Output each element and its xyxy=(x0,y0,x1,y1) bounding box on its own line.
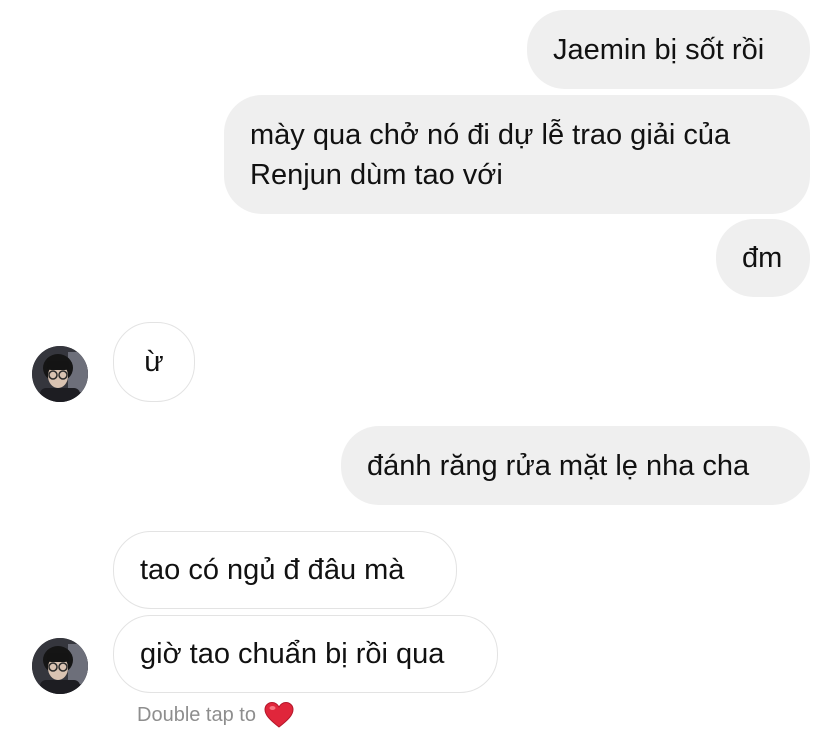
outgoing-message[interactable]: mày qua chở nó đi dự lễ trao giải của Re… xyxy=(224,95,810,214)
message-text: mày qua chở nó đi dự lễ trao giải của Re… xyxy=(250,118,731,191)
outgoing-message[interactable]: đm xyxy=(716,219,810,297)
avatar[interactable] xyxy=(32,346,88,402)
message-text: tao có ngủ đ đâu mà xyxy=(140,554,405,586)
contact-photo-icon xyxy=(32,638,88,694)
message-text: giờ tao chuẩn bị rồi qua xyxy=(140,638,445,670)
message-text: đánh răng rửa mặt lẹ nha cha xyxy=(367,449,750,482)
incoming-message[interactable]: giờ tao chuẩn bị rồi qua xyxy=(113,615,498,693)
contact-photo-icon xyxy=(32,346,88,402)
double-tap-hint: Double tap to xyxy=(137,700,294,730)
incoming-message[interactable]: tao có ngủ đ đâu mà xyxy=(113,531,457,609)
message-text: đm xyxy=(742,242,783,274)
outgoing-message[interactable]: đánh răng rửa mặt lẹ nha cha xyxy=(341,426,810,505)
message-text: Jaemin bị sốt rồi xyxy=(553,33,765,66)
message-text: ừ xyxy=(144,346,164,378)
avatar[interactable] xyxy=(32,638,88,694)
heart-icon[interactable] xyxy=(264,701,294,729)
incoming-message[interactable]: ừ xyxy=(113,322,195,402)
hint-text: Double tap to xyxy=(137,703,256,726)
outgoing-message[interactable]: Jaemin bị sốt rồi xyxy=(527,10,810,89)
